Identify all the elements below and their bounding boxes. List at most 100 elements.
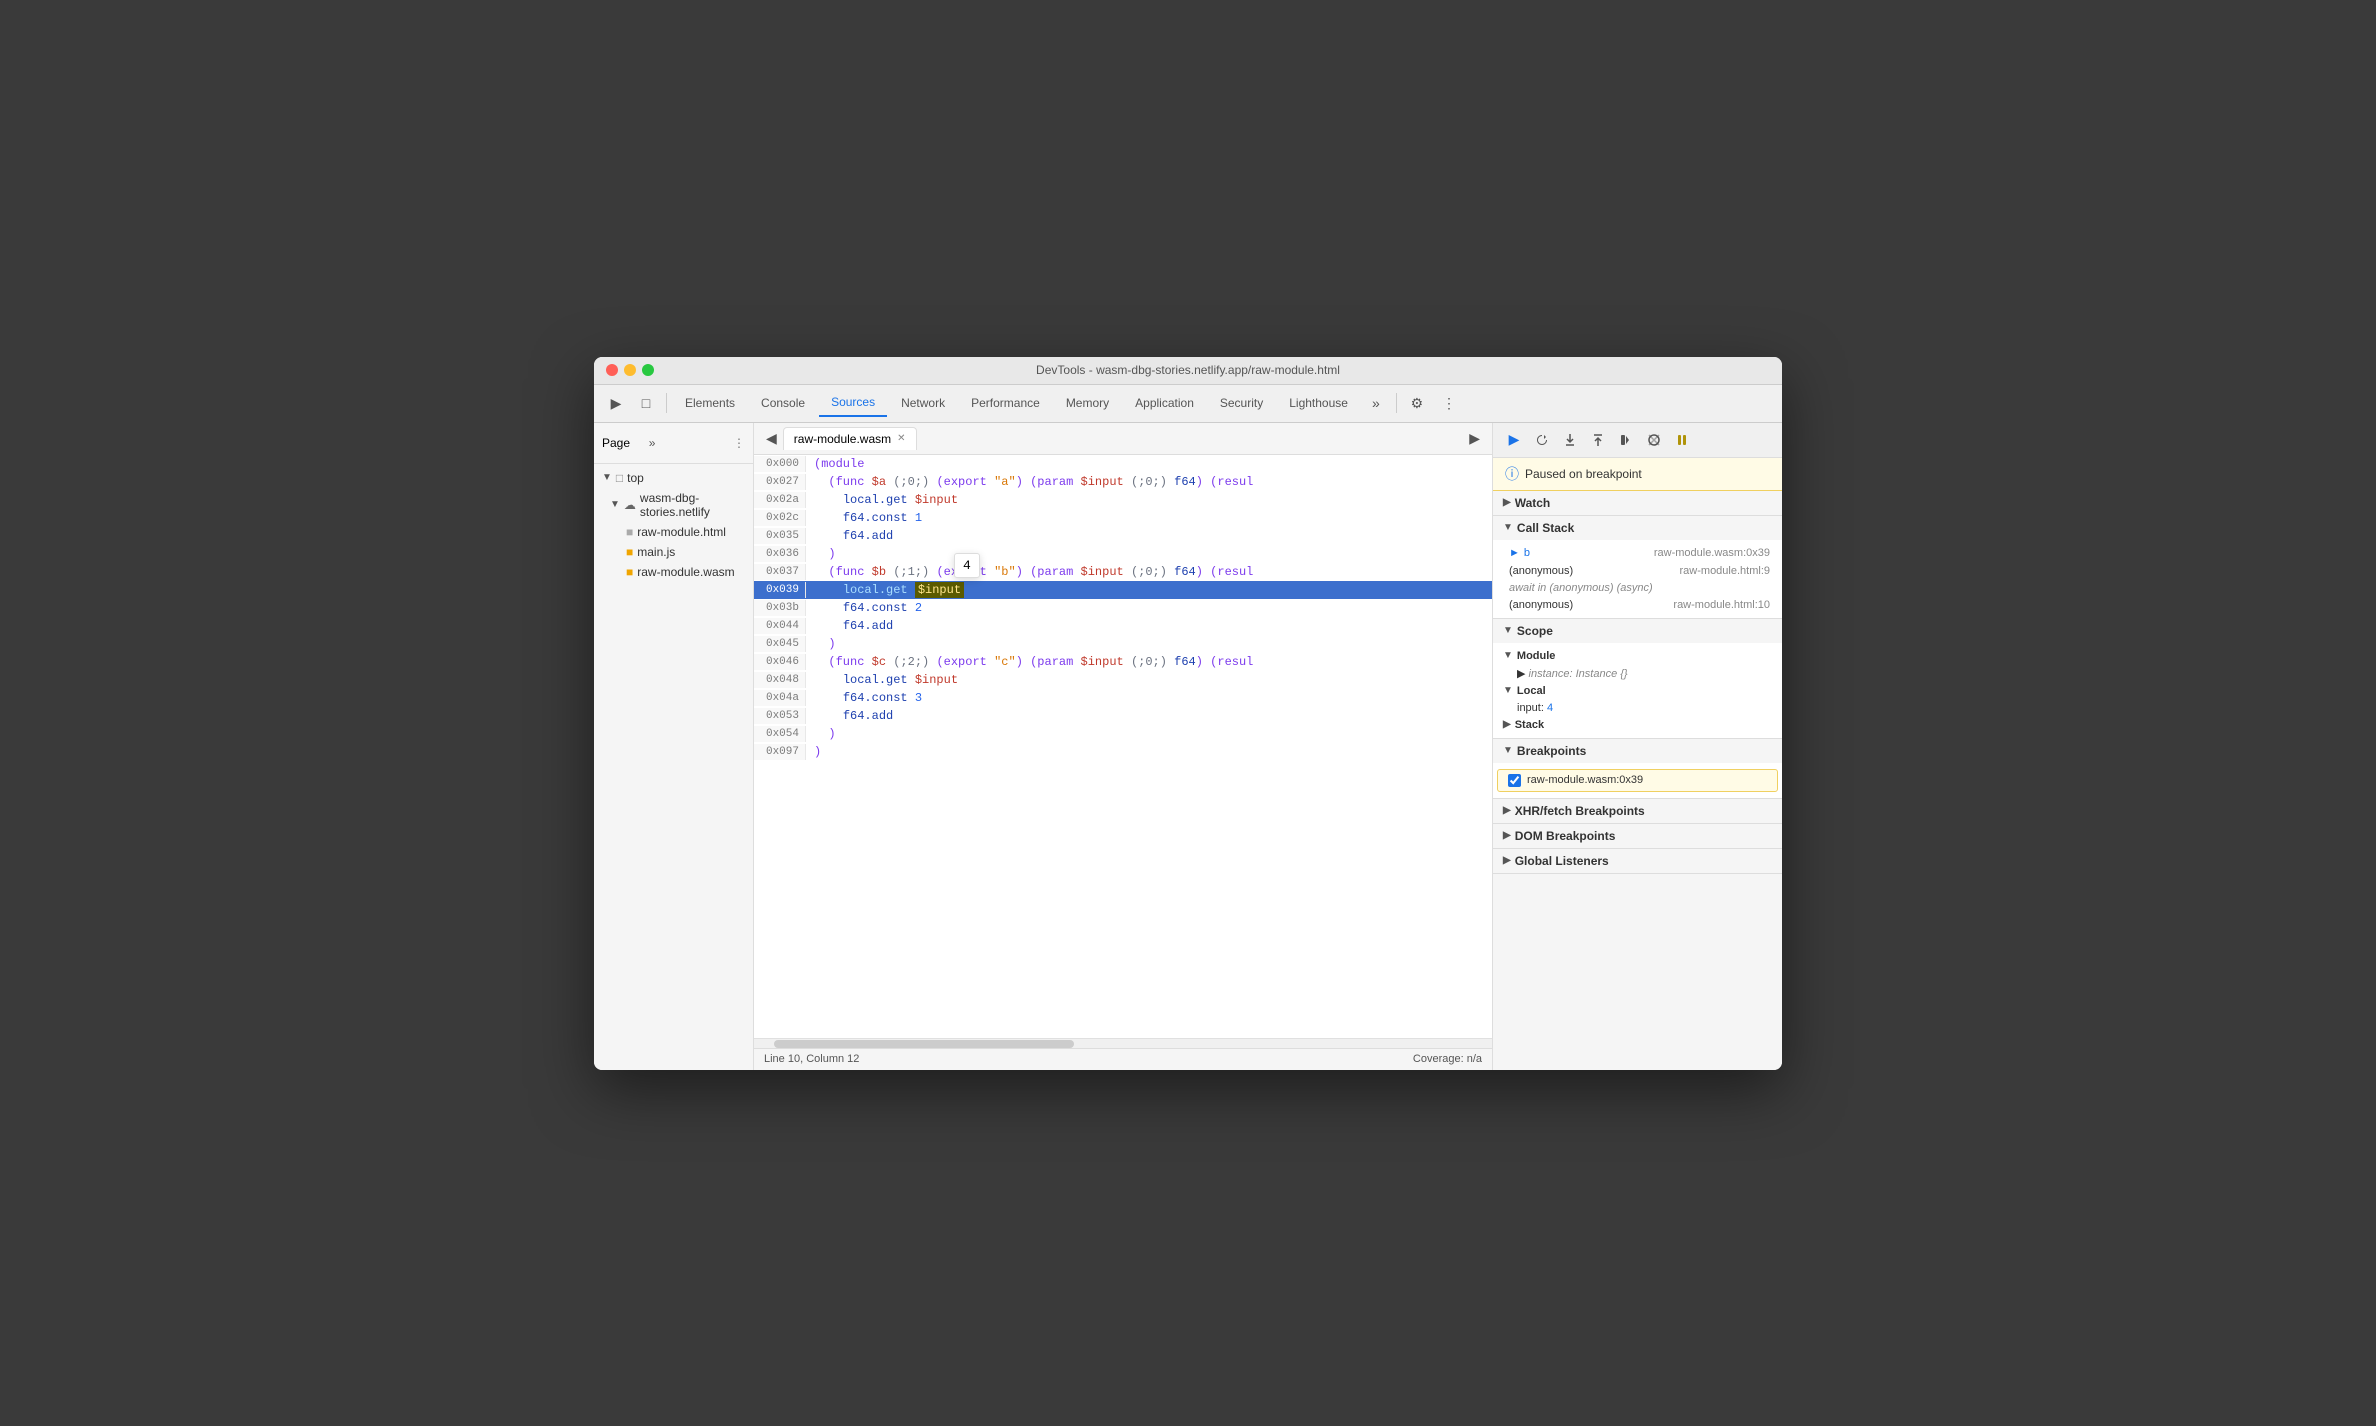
code-line-0x02a: 0x02a local.get $input: [754, 491, 1492, 509]
end-icons: ⚙ ⋮: [1403, 389, 1463, 417]
code-line-0x044: 0x044 f64.add: [754, 617, 1492, 635]
settings-icon[interactable]: ⚙: [1403, 389, 1431, 417]
instance-item: ▶ instance: Instance {}: [1493, 665, 1782, 682]
more-options-icon[interactable]: ⋮: [1435, 389, 1463, 417]
debug-toolbar: ▶: [1493, 423, 1782, 458]
cursor-position: Line 10, Column 12: [764, 1053, 859, 1065]
scrollbar-thumb[interactable]: [774, 1040, 1074, 1048]
titlebar: DevTools - wasm-dbg-stories.netlify.app/…: [594, 357, 1782, 385]
dom-breakpoints-header[interactable]: ▶ DOM Breakpoints: [1493, 824, 1782, 849]
breakpoints-header[interactable]: ▼ Breakpoints: [1493, 739, 1782, 763]
code-line-0x097: 0x097 ): [754, 743, 1492, 761]
tree-item-raw-html[interactable]: ■ raw-module.html: [594, 522, 753, 542]
coverage-status: Coverage: n/a: [1413, 1053, 1482, 1065]
call-stack-content: ►b raw-module.wasm:0x39 (anonymous) raw-…: [1493, 540, 1782, 618]
minimize-button[interactable]: [624, 364, 636, 376]
scope-section: ▼ Scope ▼ Module ▶ instance: Instance {}: [1493, 619, 1782, 739]
resume-button[interactable]: ▶: [1501, 427, 1527, 453]
close-button[interactable]: [606, 364, 618, 376]
step-into-button[interactable]: [1557, 427, 1583, 453]
global-listeners-label: Global Listeners: [1515, 854, 1609, 868]
breakpoints-label: Breakpoints: [1517, 744, 1586, 758]
maximize-button[interactable]: [642, 364, 654, 376]
run-icon[interactable]: ▶: [1465, 426, 1484, 451]
tree-item-netlify[interactable]: ▼ ☁ wasm-dbg-stories.netlify: [594, 488, 753, 522]
tree-item-raw-wasm[interactable]: ■ raw-module.wasm: [594, 562, 753, 582]
editor-tab-name: raw-module.wasm: [794, 432, 891, 446]
divider: [666, 393, 667, 413]
code-line-0x053: 0x053 f64.add: [754, 707, 1492, 725]
tree-item-main-js[interactable]: ■ main.js: [594, 542, 753, 562]
tab-network[interactable]: Network: [889, 390, 957, 416]
window-title: DevTools - wasm-dbg-stories.netlify.app/…: [1036, 363, 1340, 377]
async-separator: await in (anonymous) (async): [1493, 580, 1782, 596]
code-line-0x048: 0x048 local.get $input: [754, 671, 1492, 689]
xhr-breakpoints-label: XHR/fetch Breakpoints: [1515, 804, 1645, 818]
breakpoint-checkbox[interactable]: [1508, 774, 1521, 787]
module-label: Module: [1517, 650, 1556, 662]
breakpoint-label: raw-module.wasm:0x39: [1527, 774, 1643, 786]
dock-icon[interactable]: □: [632, 389, 660, 417]
debugger-panel: ▶: [1492, 423, 1782, 1070]
step-out-button[interactable]: [1585, 427, 1611, 453]
step-over-button[interactable]: [1529, 427, 1555, 453]
paused-message: Paused on breakpoint: [1525, 467, 1642, 481]
scope-label: Scope: [1517, 624, 1553, 638]
local-scope-header[interactable]: ▼ Local: [1493, 682, 1782, 700]
editor-tab-close-icon[interactable]: ✕: [897, 433, 905, 444]
divider2: [1396, 393, 1397, 413]
deactivate-button[interactable]: [1641, 427, 1667, 453]
tab-elements[interactable]: Elements: [673, 390, 747, 416]
watch-section-header[interactable]: ▶ Watch: [1493, 491, 1782, 516]
sidebar-more-icon[interactable]: »: [638, 429, 666, 457]
cursor-icon[interactable]: ▶: [602, 389, 630, 417]
editor-back-icon[interactable]: ◀: [762, 426, 781, 451]
editor-active-tab[interactable]: raw-module.wasm ✕: [783, 427, 917, 450]
breakpoints-content: raw-module.wasm:0x39: [1493, 763, 1782, 798]
variable-tooltip: 4: [954, 553, 980, 578]
code-line-0x035: 0x035 f64.add: [754, 527, 1492, 545]
more-tabs-icon[interactable]: »: [1362, 389, 1390, 417]
tree-item-top[interactable]: ▼ □ top: [594, 468, 753, 488]
scope-header[interactable]: ▼ Scope: [1493, 619, 1782, 643]
local-arrow-icon: ▼: [1503, 685, 1513, 696]
paused-banner: ⓘ Paused on breakpoint: [1493, 458, 1782, 491]
tab-performance[interactable]: Performance: [959, 390, 1052, 416]
watch-arrow-icon: ▶: [1503, 497, 1511, 508]
sidebar-options-icon[interactable]: ⋮: [733, 436, 745, 450]
code-editor[interactable]: 0x000 (module 0x027 (func $a (;0;) (expo…: [754, 455, 1492, 1038]
editor-tabs: ◀ raw-module.wasm ✕ ▶: [754, 423, 1492, 455]
call-stack-arrow-icon: ▼: [1503, 522, 1513, 533]
call-stack-item-b[interactable]: ►b raw-module.wasm:0x39: [1493, 544, 1782, 562]
module-scope-header[interactable]: ▼ Module: [1493, 647, 1782, 665]
step-button[interactable]: [1613, 427, 1639, 453]
call-stack-item-anon1[interactable]: (anonymous) raw-module.html:9: [1493, 562, 1782, 580]
scope-content: ▼ Module ▶ instance: Instance {} ▼ Local…: [1493, 643, 1782, 738]
tab-security[interactable]: Security: [1208, 390, 1275, 416]
pause-button[interactable]: [1669, 427, 1695, 453]
code-line-0x054: 0x054 ): [754, 725, 1492, 743]
tab-console[interactable]: Console: [749, 390, 817, 416]
call-stack-label: Call Stack: [1517, 521, 1574, 535]
tab-lighthouse[interactable]: Lighthouse: [1277, 390, 1360, 416]
tab-application[interactable]: Application: [1123, 390, 1206, 416]
tab-memory[interactable]: Memory: [1054, 390, 1121, 416]
traffic-lights: [606, 364, 654, 376]
call-stack-section: ▼ Call Stack ►b raw-module.wasm:0x39: [1493, 516, 1782, 619]
breakpoint-item[interactable]: raw-module.wasm:0x39: [1497, 769, 1778, 792]
stack-scope-header[interactable]: ▶ Stack: [1493, 716, 1782, 734]
code-line-0x000: 0x000 (module: [754, 455, 1492, 473]
watch-label: Watch: [1515, 496, 1551, 510]
local-label: Local: [1517, 685, 1546, 697]
scope-arrow-icon: ▼: [1503, 625, 1513, 636]
file-sidebar: Page » ⋮ ▼ □ top ▼ ☁ wasm-dbg-stories.ne…: [594, 423, 754, 1070]
xhr-breakpoints-header[interactable]: ▶ XHR/fetch Breakpoints: [1493, 799, 1782, 824]
editor-statusbar: Line 10, Column 12 Coverage: n/a: [754, 1048, 1492, 1070]
call-stack-item-anon2[interactable]: (anonymous) raw-module.html:10: [1493, 596, 1782, 614]
global-listeners-header[interactable]: ▶ Global Listeners: [1493, 849, 1782, 874]
code-line-0x027: 0x027 (func $a (;0;) (export "a") (param…: [754, 473, 1492, 491]
code-line-0x045: 0x045 ): [754, 635, 1492, 653]
tab-sources[interactable]: Sources: [819, 389, 887, 417]
editor-scrollbar[interactable]: [754, 1038, 1492, 1048]
call-stack-header[interactable]: ▼ Call Stack: [1493, 516, 1782, 540]
